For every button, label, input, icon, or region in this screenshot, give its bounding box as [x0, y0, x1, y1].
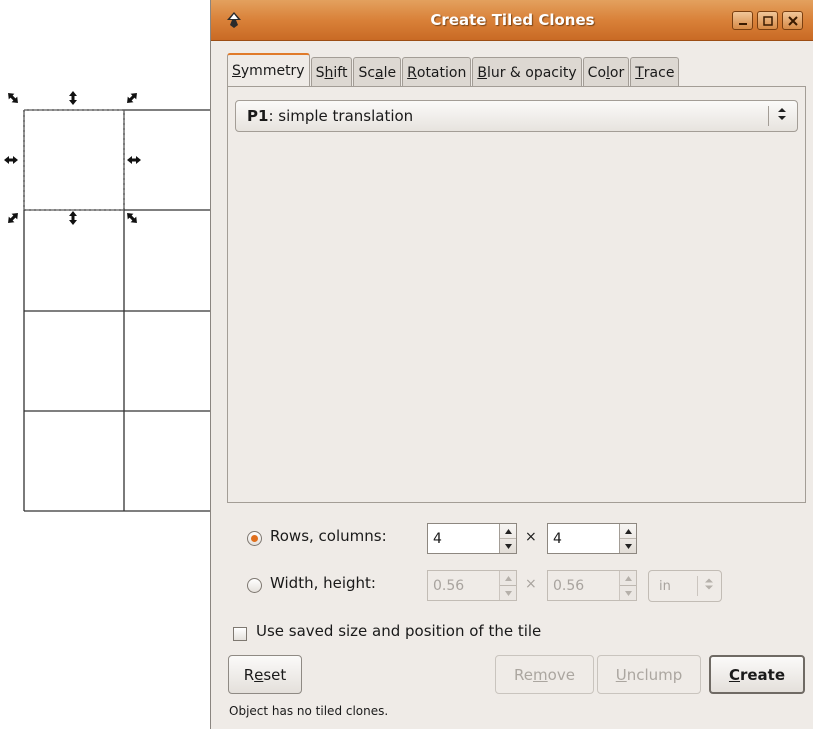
reset-button[interactable]: Re set [228, 655, 302, 694]
rows-columns-label: Rows, columns: [270, 527, 387, 545]
rows-columns-radio[interactable] [247, 531, 262, 546]
window-titlebar[interactable]: Create Tiled Clones [211, 0, 813, 41]
tab-rotation[interactable]: Rotation [402, 57, 472, 87]
tab-color[interactable]: Co l or [582, 57, 630, 87]
rows-decrement[interactable] [500, 538, 516, 553]
create-button[interactable]: Create [709, 655, 805, 694]
symmetry-type-select[interactable]: P1: simple translation [235, 100, 798, 132]
select-arrows-icon [777, 107, 789, 125]
tab-trace[interactable]: Trace [630, 57, 680, 87]
width-value: 0.56 [433, 577, 465, 594]
height-spinbutton[interactable]: 0.56 [547, 570, 637, 601]
unit-value: in [659, 578, 671, 594]
height-increment[interactable] [620, 571, 636, 585]
symmetry-selected-value: P1: simple translation [247, 107, 414, 125]
create-tiled-clones-dialog: Create Tiled Clones Symmetry Sh ift Sc a le… [210, 0, 813, 729]
minimize-icon [738, 22, 747, 25]
tab-symmetry[interactable]: Symmetry [227, 53, 310, 87]
canvas-area[interactable] [0, 0, 210, 729]
times-sign: × [525, 529, 537, 545]
status-message: Object has no tiled clones. [229, 704, 389, 718]
width-height-radio[interactable] [247, 578, 262, 593]
tab-shift[interactable]: Sh ift [310, 57, 353, 87]
unclump-button[interactable]: Unclump [597, 655, 701, 694]
select-separator [697, 576, 698, 596]
rows-value: 4 [433, 530, 442, 547]
columns-increment[interactable] [620, 524, 636, 538]
window-title: Create Tiled Clones [430, 11, 595, 29]
unit-select[interactable]: in [648, 570, 722, 602]
rows-increment[interactable] [500, 524, 516, 538]
width-spinbutton[interactable]: 0.56 [427, 570, 517, 601]
minimize-button[interactable] [732, 11, 753, 30]
columns-decrement[interactable] [620, 538, 636, 553]
tab-scale[interactable]: Sc a le [353, 57, 402, 87]
width-increment[interactable] [500, 571, 516, 585]
maximize-button[interactable] [757, 11, 778, 30]
symmetry-panel: P1: simple translation [227, 86, 806, 503]
height-value: 0.56 [553, 577, 585, 594]
tile-grid [4, 91, 210, 512]
columns-value: 4 [553, 530, 562, 547]
select-arrows-icon [705, 578, 713, 594]
use-saved-label: Use saved size and position of the tile [256, 622, 542, 640]
height-decrement[interactable] [620, 585, 636, 600]
tab-blur-opacity[interactable]: Blur & opacity [472, 57, 582, 87]
width-decrement[interactable] [500, 585, 516, 600]
close-icon [787, 15, 798, 26]
maximize-icon [762, 15, 773, 26]
remove-button[interactable]: Re m ove [495, 655, 594, 694]
times-sign: × [525, 576, 537, 592]
columns-spinbutton[interactable]: 4 [547, 523, 637, 554]
use-saved-checkbox[interactable] [233, 627, 247, 641]
rows-spinbutton[interactable]: 4 [427, 523, 517, 554]
selection-box [23, 109, 125, 211]
close-button[interactable] [782, 11, 803, 30]
select-separator [768, 106, 769, 126]
tab-bar: Symmetry Sh ift Sc a le Rotation Blur & opa… [227, 53, 680, 87]
width-height-label: Width, height: [270, 574, 376, 592]
